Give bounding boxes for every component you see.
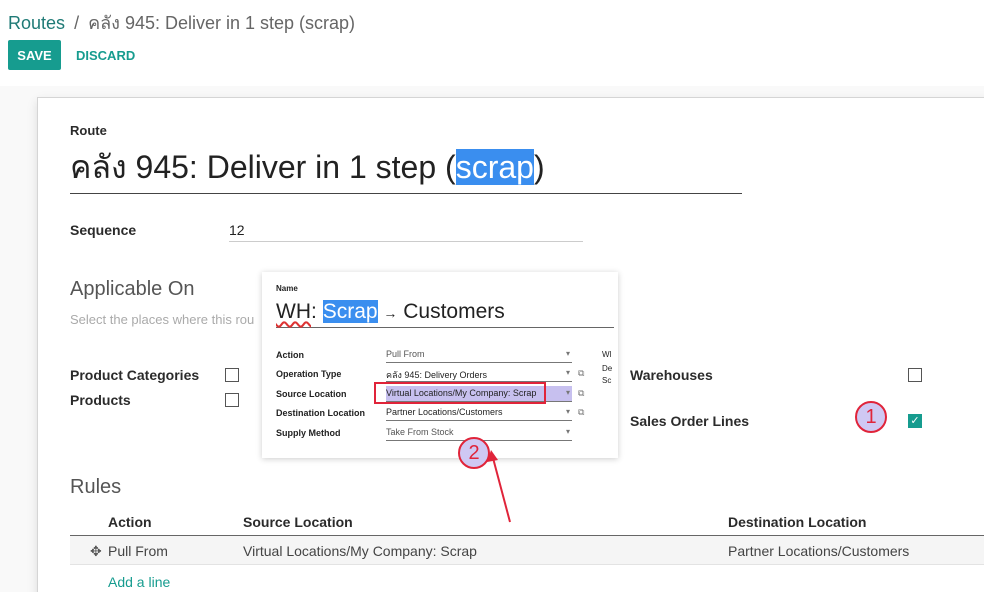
control-panel: Routes / คลัง 945: Deliver in 1 step (sc… <box>0 0 984 86</box>
caret-down-icon: ▾ <box>565 427 570 436</box>
source-location-label: Source Location <box>276 389 347 399</box>
products-label: Products <box>70 392 131 408</box>
add-a-line-link[interactable]: Add a line <box>108 574 170 590</box>
destination-location-value: Partner Locations/Customers <box>386 407 503 417</box>
route-name-text: คลัง 945: Deliver in 1 step ( <box>70 149 456 185</box>
products-checkbox[interactable] <box>225 393 239 407</box>
rule-name-label: Name <box>276 284 298 293</box>
applicable-on-help: Select the places where this rou <box>70 312 255 327</box>
external-link-icon[interactable]: ⧉ <box>578 368 584 379</box>
arrow-right-icon: → <box>383 305 398 321</box>
rule-name-selection: Scrap <box>322 300 378 323</box>
operation-type-label: Operation Type <box>276 369 342 379</box>
caret-down-icon: ▾ <box>565 349 570 358</box>
breadcrumb-routes-link[interactable]: Routes <box>8 13 65 33</box>
side-label-wh: Wl <box>602 350 612 359</box>
action-select[interactable]: Pull From ▾ <box>386 347 572 363</box>
sales-order-lines-checkbox[interactable]: ✓ <box>908 414 922 428</box>
source-location-annotation-box <box>374 382 546 404</box>
caret-down-icon: ▾ <box>565 368 570 377</box>
supply-method-value: Take From Stock <box>386 427 454 437</box>
caret-down-icon: ▾ <box>565 407 570 416</box>
rule-destination-cell: Partner Locations/Customers <box>728 543 910 559</box>
save-button[interactable]: SAVE <box>8 40 61 70</box>
side-label-de: De <box>602 364 613 373</box>
rule-name-input[interactable]: WH: Scrap → Customers <box>276 298 614 328</box>
check-icon: ✓ <box>910 415 920 427</box>
annotation-marker-2: 2 <box>458 437 490 469</box>
sales-order-lines-label: Sales Order Lines <box>630 413 750 429</box>
external-link-icon[interactable]: ⧉ <box>578 388 584 399</box>
discard-button[interactable]: DISCARD <box>76 40 135 70</box>
operation-type-select[interactable]: คลัง 945: Delivery Orders ▾ <box>386 366 572 382</box>
rule-name-rest: Customers <box>403 300 505 323</box>
caret-down-icon: ▾ <box>565 388 570 397</box>
rule-name-colon: : <box>311 300 317 323</box>
rules-header-row: Action Source Location Destination Locat… <box>70 506 984 536</box>
operation-type-value: คลัง 945: Delivery Orders <box>386 370 487 380</box>
table-row[interactable]: ✥ Pull From Virtual Locations/My Company… <box>70 536 984 565</box>
rules-title: Rules <box>70 476 122 498</box>
applicable-on-title: Applicable On <box>70 278 195 300</box>
product-categories-checkbox[interactable] <box>225 368 239 382</box>
rule-source-cell: Virtual Locations/My Company: Scrap <box>243 543 477 559</box>
column-header-action[interactable]: Action <box>108 514 152 530</box>
breadcrumb-current: คลัง 945: Deliver in 1 step (scrap) <box>88 13 356 33</box>
column-header-destination[interactable]: Destination Location <box>728 514 866 530</box>
destination-location-label: Destination Location <box>276 408 366 418</box>
column-header-source[interactable]: Source Location <box>243 514 353 530</box>
sequence-input[interactable]: 12 <box>229 218 583 242</box>
route-name-selection: scrap <box>455 149 534 185</box>
move-icon[interactable]: ✥ <box>90 543 102 560</box>
rule-detail-popup: Name WH: Scrap → Customers Action Pull F… <box>262 272 618 458</box>
annotation-marker-1: 1 <box>855 401 887 433</box>
route-name-input[interactable]: คลัง 945: Deliver in 1 step (scrap) <box>70 146 742 194</box>
rules-table: Action Source Location Destination Locat… <box>70 506 984 565</box>
side-label-sc: Sc <box>602 376 612 385</box>
action-label: Action <box>276 350 304 360</box>
warehouses-label: Warehouses <box>630 367 713 383</box>
supply-method-label: Supply Method <box>276 428 341 438</box>
rule-name-wh: WH <box>276 300 311 323</box>
rule-action-cell: Pull From <box>108 543 168 559</box>
action-value: Pull From <box>386 349 425 359</box>
sequence-label: Sequence <box>70 222 137 238</box>
warehouses-checkbox[interactable] <box>908 368 922 382</box>
breadcrumb: Routes / คลัง 945: Deliver in 1 step (sc… <box>8 8 355 37</box>
route-label: Route <box>70 123 107 138</box>
external-link-icon[interactable]: ⧉ <box>578 407 584 418</box>
route-name-suffix: ) <box>533 149 545 185</box>
breadcrumb-separator: / <box>74 13 80 33</box>
destination-location-select[interactable]: Partner Locations/Customers ▾ <box>386 405 572 421</box>
product-categories-label: Product Categories <box>70 367 200 383</box>
